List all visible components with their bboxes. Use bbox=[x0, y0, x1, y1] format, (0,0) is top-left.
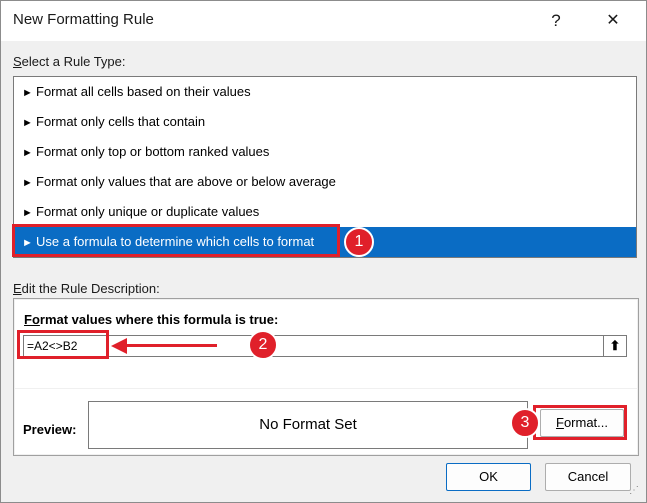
title-bar: New Formatting Rule ? ✕ bbox=[1, 1, 646, 41]
preview-box: No Format Set bbox=[88, 401, 528, 449]
cancel-button[interactable]: Cancel bbox=[545, 463, 631, 491]
triangle-bullet-icon: ► bbox=[22, 147, 33, 159]
rule-item-label: Format only top or bottom ranked values bbox=[36, 144, 270, 159]
help-icon[interactable]: ? bbox=[539, 7, 573, 35]
red-arrow-line bbox=[125, 344, 217, 347]
rule-item-label: Format only values that are above or bel… bbox=[36, 174, 336, 189]
formula-label: Format values where this formula is true… bbox=[24, 312, 279, 327]
rule-item-cells-that-contain[interactable]: ► Format only cells that contain bbox=[14, 107, 636, 137]
step-badge-3: 3 bbox=[510, 408, 540, 438]
rule-item-label: Format only cells that contain bbox=[36, 114, 206, 129]
rule-item-label: Format all cells based on their values bbox=[36, 84, 251, 99]
rule-item-all-cells[interactable]: ► Format all cells based on their values bbox=[14, 77, 636, 107]
rule-type-label-rest: elect a Rule Type: bbox=[21, 54, 126, 69]
collapse-dialog-icon[interactable]: ⬆ bbox=[603, 335, 627, 357]
rule-type-label: Select a Rule Type: bbox=[13, 54, 126, 69]
step-badge-2: 2 bbox=[248, 330, 278, 360]
rule-item-unique-duplicate[interactable]: ► Format only unique or duplicate values bbox=[14, 197, 636, 227]
highlight-box-formula-input bbox=[17, 330, 109, 359]
formula-label-rest: rmat values where this formula is true: bbox=[39, 312, 279, 327]
preview-label: Preview: bbox=[23, 422, 77, 437]
highlight-box-formula-rule bbox=[12, 224, 340, 257]
triangle-bullet-icon: ► bbox=[22, 117, 33, 129]
rule-description-label-rest: dit the Rule Description: bbox=[21, 281, 160, 296]
rule-description-label: Edit the Rule Description: bbox=[13, 281, 160, 296]
triangle-bullet-icon: ► bbox=[22, 87, 33, 99]
rule-item-top-bottom[interactable]: ► Format only top or bottom ranked values bbox=[14, 137, 636, 167]
rule-item-label: Format only unique or duplicate values bbox=[36, 204, 260, 219]
close-icon[interactable]: ✕ bbox=[593, 7, 633, 35]
ok-button[interactable]: OK bbox=[446, 463, 531, 491]
dialog-title: New Formatting Rule bbox=[13, 11, 154, 28]
highlight-box-format-button bbox=[533, 405, 627, 440]
triangle-bullet-icon: ► bbox=[22, 177, 33, 189]
rule-item-above-below-average[interactable]: ► Format only values that are above or be… bbox=[14, 167, 636, 197]
step-badge-1: 1 bbox=[344, 227, 374, 257]
resize-grip-icon[interactable]: ⋰ bbox=[629, 485, 639, 496]
